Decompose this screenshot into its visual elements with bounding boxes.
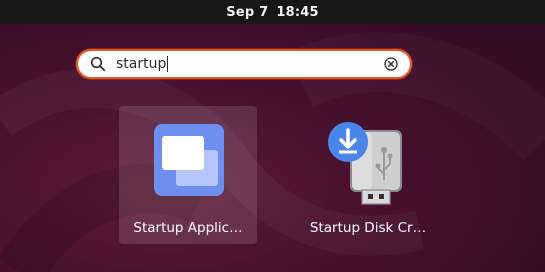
app-label: Startup Applic… <box>133 220 243 236</box>
search-query-text: startup <box>116 56 167 72</box>
app-startup-disk-creator[interactable]: Startup Disk Cr… <box>299 106 437 244</box>
app-label: Startup Disk Cr… <box>309 220 427 236</box>
top-bar: Sep 7 18:45 <box>0 0 545 24</box>
app-startup-applications[interactable]: Startup Applic… <box>119 106 257 244</box>
clock-date: Sep 7 <box>226 4 269 20</box>
search-query: startup <box>116 56 169 72</box>
search-icon <box>90 56 106 72</box>
desktop-background <box>0 67 425 272</box>
text-cursor <box>167 56 169 72</box>
clock-time: 18:45 <box>276 4 319 20</box>
search-input[interactable]: startup <box>76 49 412 79</box>
startup-disk-creator-icon <box>328 122 402 205</box>
clock[interactable]: Sep 7 18:45 <box>226 5 318 20</box>
clear-search-icon[interactable] <box>384 57 398 71</box>
startup-applications-icon <box>154 124 224 196</box>
